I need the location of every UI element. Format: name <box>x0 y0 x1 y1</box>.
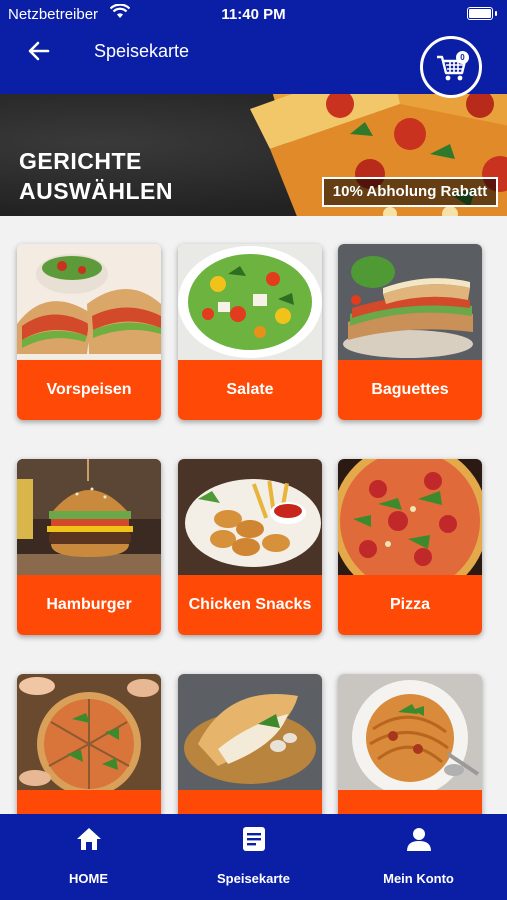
promo-banner: GERICHTE AUSWÄHLEN 10% Abholung Rabatt <box>0 94 507 216</box>
pizza-sharing-image <box>17 674 161 790</box>
category-label: Baguettes <box>338 360 482 420</box>
cart-button[interactable]: 0 <box>420 36 482 98</box>
nav-mein-konto-label: Mein Konto <box>383 871 454 886</box>
hamburger-image <box>17 459 161 575</box>
banner-heading: GERICHTE AUSWÄHLEN <box>19 146 173 206</box>
salate-image <box>178 244 322 360</box>
category-card-pizza[interactable]: Pizza <box>338 459 482 635</box>
category-card-9[interactable] <box>338 674 482 814</box>
nav-speisekarte-label: Speisekarte <box>217 871 290 886</box>
cart-count-badge: 0 <box>456 51 469 64</box>
calzone-image <box>178 674 322 790</box>
category-card-7[interactable] <box>17 674 161 814</box>
nav-home-label: HOME <box>69 871 108 886</box>
category-label <box>338 790 482 814</box>
category-card-8[interactable] <box>178 674 322 814</box>
battery-icon <box>467 7 497 20</box>
category-label <box>17 790 161 814</box>
arrow-left-icon <box>28 41 50 61</box>
person-icon <box>407 828 431 851</box>
chicken-snacks-image <box>178 459 322 575</box>
category-card-vorspeisen[interactable]: Vorspeisen <box>17 244 161 420</box>
nav-speisekarte[interactable]: Speisekarte <box>169 814 338 900</box>
category-card-hamburger[interactable]: Hamburger <box>17 459 161 635</box>
home-icon <box>77 828 101 850</box>
spaghetti-image <box>338 674 482 790</box>
category-card-chicken-snacks[interactable]: Chicken Snacks <box>178 459 322 635</box>
banner-heading-line2: AUSWÄHLEN <box>19 178 173 204</box>
bottom-navigation: HOME Speisekarte Mein Konto <box>0 814 507 900</box>
banner-heading-line1: GERICHTE <box>19 148 142 174</box>
status-bar: Netzbetreiber 11:40 PM <box>0 0 507 28</box>
category-label: Pizza <box>338 575 482 635</box>
category-label: Vorspeisen <box>17 360 161 420</box>
status-time: 11:40 PM <box>221 6 286 23</box>
vorspeisen-image <box>17 244 161 360</box>
category-card-baguettes[interactable]: Baguettes <box>338 244 482 420</box>
category-grid: Vorspeisen Salate Baguettes Hamburger Ch… <box>0 216 507 814</box>
baguettes-image <box>338 244 482 360</box>
category-label <box>178 790 322 814</box>
menu-book-icon <box>243 827 265 851</box>
nav-mein-konto[interactable]: Mein Konto <box>334 814 503 900</box>
nav-home[interactable]: HOME <box>4 814 173 900</box>
pizza-image <box>338 459 482 575</box>
page-title: Speisekarte <box>94 41 190 61</box>
category-label: Hamburger <box>17 575 161 635</box>
back-button[interactable] <box>26 38 52 64</box>
category-label: Chicken Snacks <box>178 575 322 635</box>
category-card-salate[interactable]: Salate <box>178 244 322 420</box>
category-label: Salate <box>178 360 322 420</box>
discount-badge: 10% Abholung Rabatt <box>322 177 498 207</box>
